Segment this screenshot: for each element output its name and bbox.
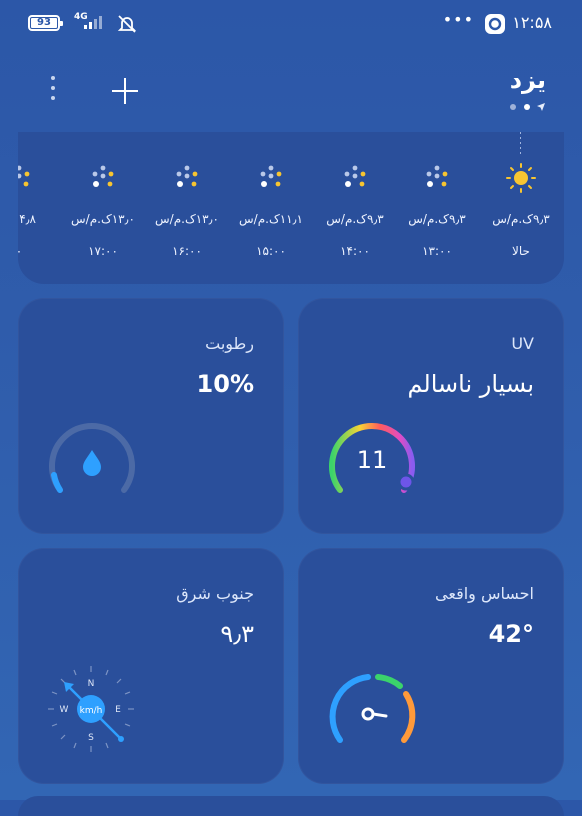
uv-card[interactable]: UV بسیار ناسالم 11 <box>298 298 564 534</box>
humidity-title: رطوبت <box>205 334 254 353</box>
humidity-value: 10% <box>196 370 254 398</box>
hourly-forecast[interactable]: ۹٫۳ک.م/س حالا ۹٫۳ک.م/س ۱۳:۰۰ ۹٫۳ک.م/س ۱۴… <box>18 132 564 284</box>
uv-status: بسیار ناسالم <box>407 370 534 398</box>
wind-speed: ۹٫۳ <box>220 620 254 648</box>
current-time-marker <box>520 132 521 154</box>
city-name: یزد <box>509 66 546 94</box>
uv-index: 11 <box>357 446 388 474</box>
partly-cloudy-icon <box>344 165 366 187</box>
hour-time: ۱۳:۰۰ <box>422 244 452 258</box>
real-feel-title: احساس واقعی <box>435 584 534 603</box>
sun-icon <box>506 163 536 193</box>
wind-direction: جنوب شرق <box>176 584 254 603</box>
app-notification-icon <box>485 14 505 34</box>
uv-gauge: 11 <box>329 423 415 493</box>
wind-card[interactable]: جنوب شرق ۹٫۳ N S W E km/h <box>18 548 284 784</box>
location-arrow-icon <box>537 103 545 111</box>
hour-wind-speed: ۱۳٫۰ک.م/س <box>155 212 219 226</box>
more-options-button[interactable] <box>46 76 60 106</box>
real-feel-gauge <box>329 674 416 743</box>
hour-wind-speed: ۱۱٫۱ک.م/س <box>239 212 303 226</box>
next-card-peek <box>18 796 564 816</box>
hour-wind-speed: ۹٫۳ک.م/س <box>408 212 466 226</box>
hour-item[interactable]: ۱۳٫۰ک.م/س ۱۶:۰۰ <box>144 132 230 284</box>
compass-s: S <box>88 733 94 743</box>
hour-item[interactable]: ۹٫۳ک.م/س حالا <box>478 132 564 284</box>
more-notifications-icon: ••• <box>442 10 474 29</box>
partly-cloudy-icon <box>18 165 30 187</box>
partly-cloudy-icon <box>176 165 198 187</box>
hour-wind-speed: ۱۴٫۸ک <box>18 212 36 226</box>
page-indicator <box>496 102 546 112</box>
status-time: ۱۲:۵۸ <box>512 13 552 32</box>
hour-time: ۰ <box>18 244 23 258</box>
hour-time: ۱۵:۰۰ <box>256 244 286 258</box>
hour-item[interactable]: ۹٫۳ک.م/س ۱۳:۰۰ <box>394 132 480 284</box>
add-city-button[interactable] <box>108 74 142 108</box>
partly-cloudy-icon <box>260 165 282 187</box>
hour-time: ۱۴:۰۰ <box>340 244 370 258</box>
wind-unit: km/h <box>80 706 103 716</box>
battery-level: 93 <box>31 18 57 28</box>
humidity-card[interactable]: رطوبت 10% <box>18 298 284 534</box>
hour-wind-speed: ۹٫۳ک.م/س <box>492 212 550 226</box>
hour-item[interactable]: ۹٫۳ک.م/س ۱۴:۰۰ <box>312 132 398 284</box>
compass-w: W <box>60 705 69 715</box>
hour-time: ۱۷:۰۰ <box>88 244 118 258</box>
hour-time: ۱۶:۰۰ <box>172 244 202 258</box>
hour-wind-speed: ۹٫۳ک.م/س <box>326 212 384 226</box>
hour-item[interactable]: ۱۳٫۰ک.م/س ۱۷:۰۰ <box>60 132 146 284</box>
hour-item[interactable]: ۱۴٫۸ک ۰ <box>18 132 62 284</box>
hour-item[interactable]: ۱۱٫۱ک.م/س ۱۵:۰۰ <box>228 132 314 284</box>
compass-n: N <box>88 679 95 689</box>
mute-bell-icon <box>117 15 137 33</box>
hour-time: حالا <box>512 244 530 258</box>
hour-wind-speed: ۱۳٫۰ک.م/س <box>71 212 135 226</box>
status-bar: 93 4G ••• ۱۲:۵۸ <box>0 0 582 46</box>
battery-icon: 93 <box>28 15 63 31</box>
partly-cloudy-icon <box>92 165 114 187</box>
real-feel-value: 42° <box>488 620 534 648</box>
uv-title: UV <box>511 334 534 353</box>
water-drop-icon <box>83 450 101 476</box>
compass-e: E <box>115 705 121 715</box>
real-feel-card[interactable]: احساس واقعی 42° <box>298 548 564 784</box>
signal-icon <box>84 16 102 29</box>
wind-compass: N S W E km/h <box>48 666 134 752</box>
partly-cloudy-icon <box>426 165 448 187</box>
humidity-gauge <box>49 423 135 493</box>
